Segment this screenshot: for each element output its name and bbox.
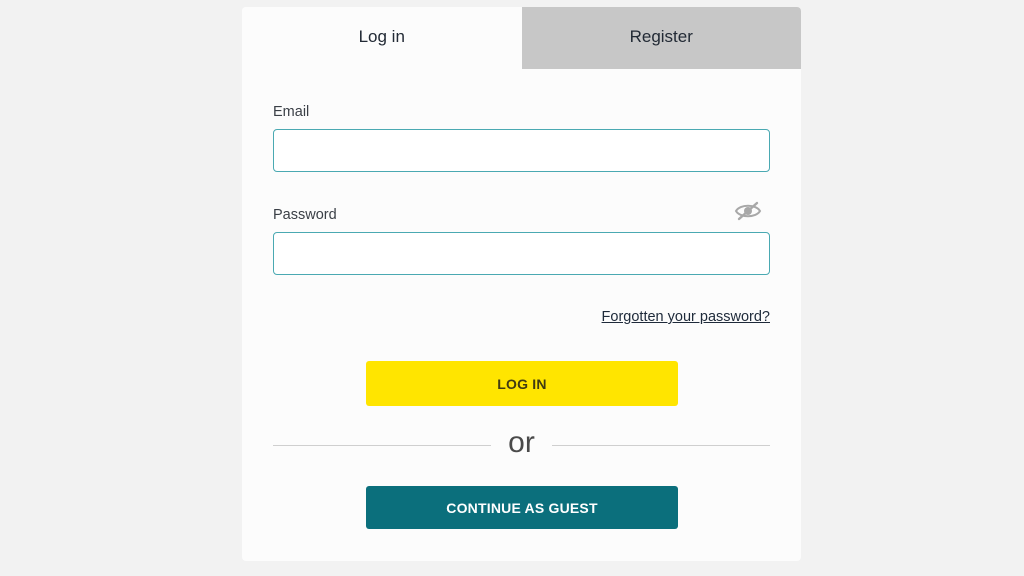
forgot-password-link[interactable]: Forgotten your password? [602, 309, 770, 325]
tab-register[interactable]: Register [521, 7, 801, 69]
divider-left [273, 445, 491, 446]
login-panel: Log in Register Email Password Forgotten… [242, 7, 801, 561]
email-label: Email [273, 104, 310, 120]
login-button[interactable]: LOG IN [366, 361, 678, 406]
email-input[interactable] [273, 129, 770, 172]
password-label: Password [273, 207, 337, 223]
continue-as-guest-button[interactable]: CONTINUE AS GUEST [366, 486, 678, 529]
tab-log-in[interactable]: Log in [242, 7, 522, 69]
auth-tabs: Log in Register [242, 7, 801, 69]
or-separator: or [508, 426, 535, 459]
divider-right [552, 445, 770, 446]
password-input[interactable] [273, 232, 770, 275]
eye-slash-icon[interactable] [734, 201, 762, 221]
